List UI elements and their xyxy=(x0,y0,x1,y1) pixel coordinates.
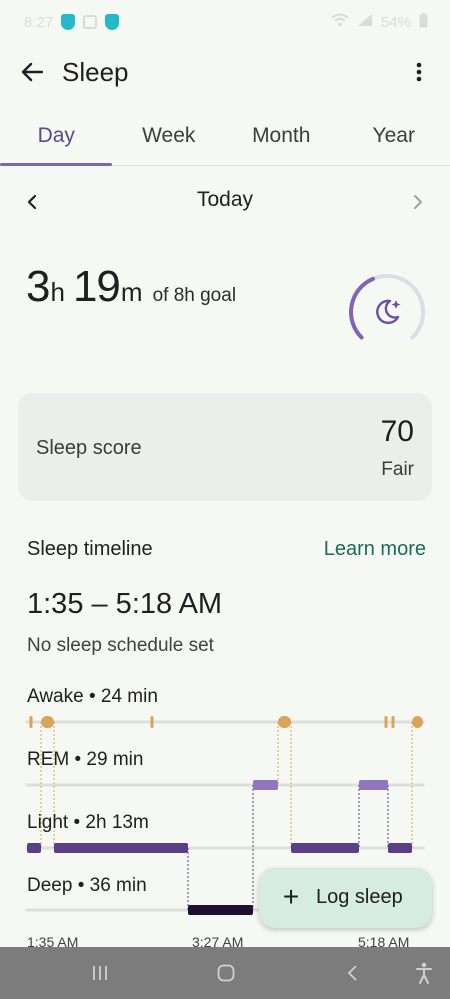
status-left: 8:27 xyxy=(24,13,120,31)
status-bar: 8:27 54% xyxy=(0,0,450,44)
sleep-time-range: 1:35 – 5:18 AM xyxy=(27,588,223,620)
segment-light xyxy=(291,843,359,853)
system-back-button[interactable] xyxy=(332,957,372,989)
tab-week[interactable]: Week xyxy=(113,110,226,165)
segment-awake xyxy=(412,716,423,728)
accessibility-button[interactable] xyxy=(404,957,444,989)
previous-day-button[interactable] xyxy=(20,188,44,216)
segment-awake xyxy=(41,716,54,728)
sleep-schedule-note: No sleep schedule set xyxy=(27,635,214,656)
date-label: Today xyxy=(196,188,254,211)
segment-rem xyxy=(253,780,278,790)
system-navigation-bar xyxy=(0,947,450,999)
duration-hours-unit: h xyxy=(50,277,65,307)
duration-minutes: 19 xyxy=(72,262,121,311)
more-options-button[interactable] xyxy=(404,56,434,88)
recent-apps-icon xyxy=(93,966,107,980)
segment-light xyxy=(27,843,41,853)
home-button[interactable] xyxy=(206,957,246,989)
awake-tick xyxy=(391,716,395,728)
date-navigator: Today xyxy=(0,182,450,222)
moon-stars-icon xyxy=(376,299,401,324)
status-time: 8:27 xyxy=(24,13,54,31)
recent-apps-button[interactable] xyxy=(80,957,120,989)
segment-light xyxy=(388,843,412,853)
chevron-left-icon xyxy=(347,965,357,981)
stage-label-awake: Awake • 24 min xyxy=(27,686,158,707)
stage-label-light: Light • 2h 13m xyxy=(27,812,149,833)
goal-ring-progress xyxy=(349,276,375,340)
segment-awake xyxy=(278,716,291,728)
segment-light xyxy=(54,843,188,853)
plus-icon: + xyxy=(282,881,300,912)
sleep-score-value: 70 xyxy=(380,415,414,448)
more-vert-icon xyxy=(416,62,422,82)
vpn-icon xyxy=(105,14,120,30)
sleep-goal: of 8h goal xyxy=(152,285,237,306)
page-title: Sleep xyxy=(62,57,129,87)
sleep-score-rating: Fair xyxy=(381,459,414,480)
duration-minutes-unit: m xyxy=(120,277,143,307)
stage-label-rem: REM • 29 min xyxy=(27,749,144,770)
tab-year[interactable]: Year xyxy=(338,110,450,165)
awake-tick xyxy=(384,716,388,728)
signal-icon xyxy=(357,13,373,31)
chevron-left-icon xyxy=(27,194,37,210)
sleep-score-label: Sleep score xyxy=(36,437,142,459)
segment-rem xyxy=(359,780,388,790)
next-day-button[interactable] xyxy=(406,188,430,216)
wifi-icon xyxy=(331,13,349,31)
stage-label-deep: Deep • 36 min xyxy=(27,875,147,896)
sleep-duration: 3 h 19 m of 8h goal xyxy=(26,262,236,312)
tab-month[interactable]: Month xyxy=(225,110,338,165)
battery-icon xyxy=(419,12,428,32)
shield-icon xyxy=(61,14,76,30)
learn-more-link[interactable]: Learn more xyxy=(324,538,426,561)
sleep-score-card[interactable]: Sleep score 70 Fair xyxy=(18,393,432,501)
notification-icon xyxy=(83,15,98,29)
battery-level: 54% xyxy=(380,13,411,31)
period-tabs: Day Week Month Year xyxy=(0,110,450,166)
duration-hours: 3 xyxy=(26,262,51,311)
segment-deep xyxy=(188,905,253,915)
home-icon xyxy=(217,964,235,982)
goal-progress-ring xyxy=(344,272,430,352)
log-sleep-label: Log sleep xyxy=(316,886,403,908)
status-right: 54% xyxy=(331,12,428,32)
log-sleep-button[interactable]: + Log sleep xyxy=(259,868,432,928)
awake-tick xyxy=(29,716,33,728)
arrow-back-icon xyxy=(21,62,43,82)
timeline-title: Sleep timeline xyxy=(27,538,153,560)
back-button[interactable] xyxy=(16,56,48,88)
tab-day[interactable]: Day xyxy=(0,110,113,166)
awake-tick xyxy=(150,716,154,728)
chevron-right-icon xyxy=(414,195,422,209)
app-bar: Sleep xyxy=(0,44,450,100)
accessibility-icon xyxy=(416,962,432,984)
